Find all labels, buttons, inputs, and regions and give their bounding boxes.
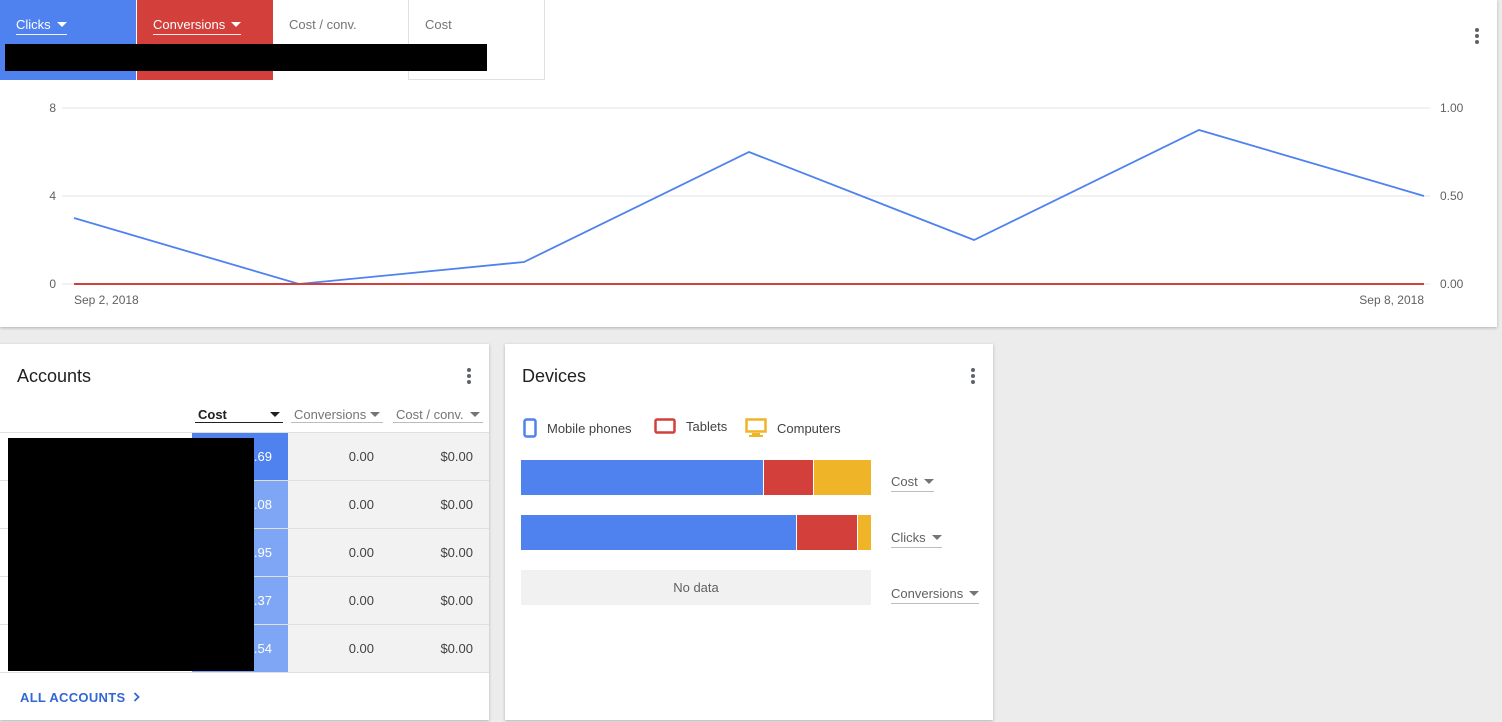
y-right-tick-label: 0.50 bbox=[1440, 189, 1464, 203]
column-header-label: Cost bbox=[198, 406, 227, 422]
performance-line-chart: 0 4 8 0.00 0.50 1.00 Sep 2, 2018 Sep 8, 2018 bbox=[49, 101, 1464, 307]
cost-value: .37 bbox=[253, 593, 272, 608]
y-left-tick-label: 0 bbox=[49, 277, 56, 291]
cost-per-conv-value: $0.00 bbox=[440, 545, 473, 560]
column-header-label: Cost / conv. bbox=[396, 406, 464, 422]
cost-value: .95 bbox=[253, 545, 272, 560]
accounts-card: Accounts Cost Conversions Cost / conv. .… bbox=[0, 344, 489, 720]
conversions-value: 0.00 bbox=[348, 497, 374, 512]
metric-select-conversions[interactable]: Conversions bbox=[891, 586, 980, 604]
devices-card: Devices Mobile phones Tablets Computers … bbox=[505, 344, 993, 720]
conversions-value: 0.00 bbox=[348, 545, 374, 560]
cost-value: .69 bbox=[253, 449, 272, 464]
y-right-tick-label: 1.00 bbox=[1440, 101, 1464, 115]
metric-select-label: Conversions bbox=[891, 586, 964, 601]
caret-down-icon bbox=[969, 591, 980, 596]
all-accounts-label: ALL ACCOUNTS bbox=[20, 690, 126, 705]
legend-label: Computers bbox=[777, 420, 841, 436]
bar-segment-computers bbox=[857, 515, 871, 550]
cost-device-bar bbox=[521, 460, 871, 495]
legend-item-mobile: Mobile phones bbox=[523, 418, 632, 438]
metric-select-cost[interactable]: Cost bbox=[891, 474, 934, 492]
caret-down-icon bbox=[931, 535, 942, 540]
clicks-device-bar bbox=[521, 515, 871, 550]
sort-caret-icon bbox=[270, 411, 280, 417]
cost-per-conv-value: $0.00 bbox=[440, 641, 473, 656]
column-header-label: Conversions bbox=[294, 406, 367, 422]
mobile-phone-icon bbox=[523, 418, 537, 438]
conversions-no-data: No data bbox=[521, 570, 871, 605]
series-line-clicks bbox=[73, 129, 1425, 285]
cost-value: .08 bbox=[253, 497, 272, 512]
conversions-value: 0.00 bbox=[348, 641, 374, 656]
row-metrics: 0.00 $0.00 bbox=[288, 625, 489, 673]
bar-segment-computers bbox=[813, 460, 871, 495]
column-header-conversions[interactable]: Conversions bbox=[291, 406, 383, 423]
column-header-cost-per-conv[interactable]: Cost / conv. bbox=[393, 406, 483, 423]
chevron-right-icon bbox=[134, 692, 141, 702]
cost-per-conv-value: $0.00 bbox=[440, 497, 473, 512]
redacted-region bbox=[8, 438, 254, 671]
legend-item-tablets: Tablets bbox=[654, 418, 727, 434]
more-vert-icon[interactable] bbox=[467, 368, 471, 384]
cost-per-conv-value: $0.00 bbox=[440, 449, 473, 464]
legend-label: Mobile phones bbox=[547, 420, 632, 436]
cost-value: .54 bbox=[253, 641, 272, 656]
devices-title: Devices bbox=[522, 366, 587, 386]
row-metrics: 0.00 $0.00 bbox=[288, 481, 489, 529]
x-tick-label: Sep 2, 2018 bbox=[74, 293, 139, 307]
tablet-icon bbox=[654, 418, 676, 434]
legend-item-computers: Computers bbox=[745, 418, 841, 438]
caret-down-icon bbox=[370, 411, 380, 417]
row-metrics: 0.00 $0.00 bbox=[288, 529, 489, 577]
accounts-footer: ALL ACCOUNTS bbox=[0, 672, 489, 720]
conversions-value: 0.00 bbox=[348, 449, 374, 464]
performance-card: Clicks Conversions Cost / conv. Cost 048… bbox=[0, 0, 1497, 327]
caret-down-icon bbox=[470, 411, 480, 417]
caret-down-icon bbox=[923, 479, 934, 484]
bar-segment-mobile bbox=[521, 515, 796, 550]
metric-select-label: Clicks bbox=[891, 530, 926, 545]
y-left-tick-label: 4 bbox=[49, 189, 56, 203]
legend-label: Tablets bbox=[686, 418, 728, 434]
bar-segment-mobile bbox=[521, 460, 763, 495]
more-vert-icon[interactable] bbox=[971, 368, 975, 384]
bar-segment-tablets bbox=[795, 515, 857, 550]
computer-icon bbox=[745, 418, 767, 437]
accounts-title: Accounts bbox=[17, 366, 92, 386]
cost-per-conv-value: $0.00 bbox=[440, 593, 473, 608]
metric-select-label: Cost bbox=[891, 474, 918, 489]
row-metrics: 0.00 $0.00 bbox=[288, 577, 489, 625]
bar-segment-tablets bbox=[762, 460, 814, 495]
metric-select-clicks[interactable]: Clicks bbox=[891, 530, 942, 548]
all-accounts-link[interactable]: ALL ACCOUNTS bbox=[20, 690, 141, 705]
y-right-tick-label: 0.00 bbox=[1440, 277, 1464, 291]
conversions-value: 0.00 bbox=[348, 593, 374, 608]
column-header-cost[interactable]: Cost bbox=[195, 406, 283, 423]
row-metrics: 0.00 $0.00 bbox=[288, 433, 489, 481]
y-left-tick-label: 8 bbox=[49, 101, 56, 115]
x-tick-label: Sep 8, 2018 bbox=[1359, 293, 1424, 307]
